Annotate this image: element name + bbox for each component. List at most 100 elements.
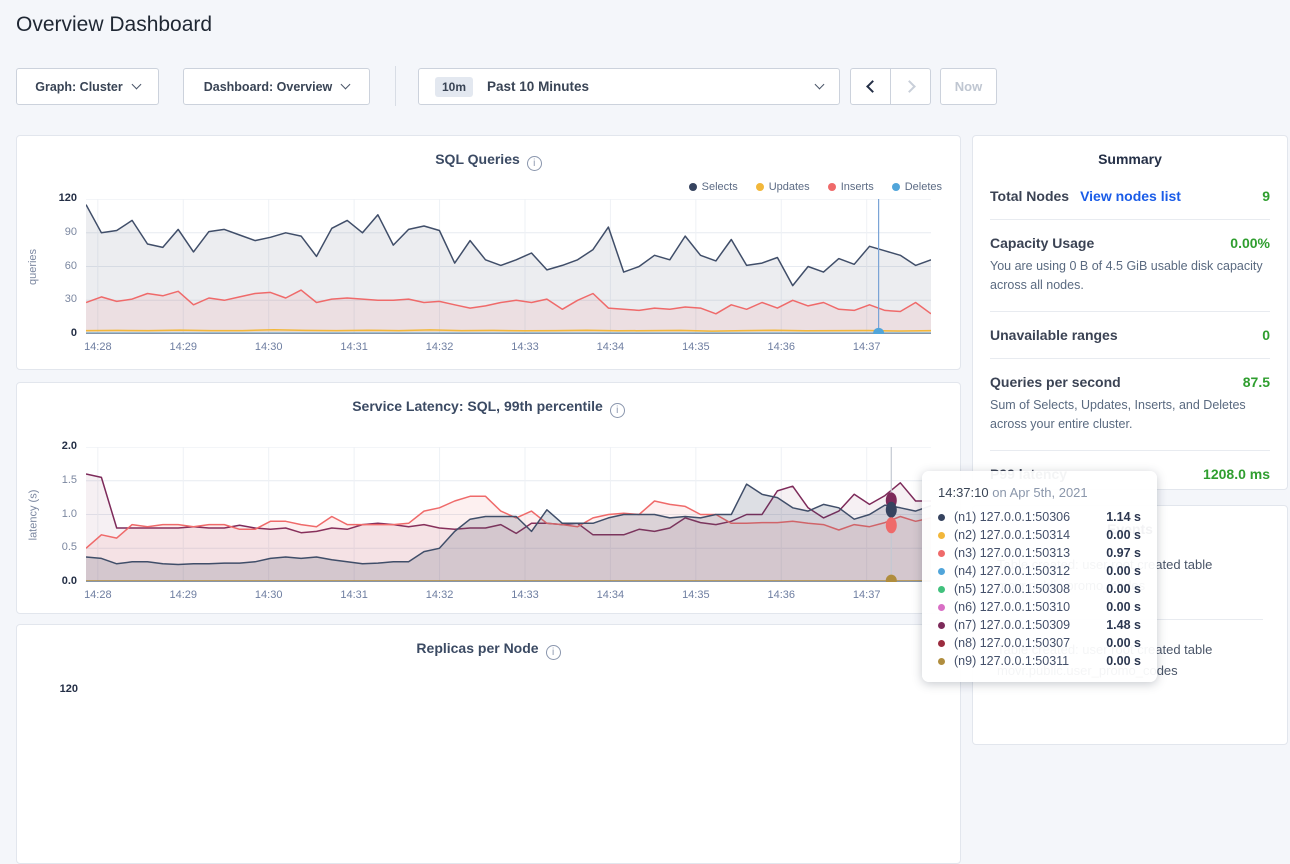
sql-queries-card: SQL Queriesi Selects Updates Inserts Delete… <box>16 135 961 370</box>
queries-per-second-desc: Sum of Selects, Updates, Inserts, and De… <box>990 396 1270 435</box>
node-dot-icon <box>938 604 945 611</box>
info-icon[interactable]: i <box>546 645 561 660</box>
chevron-down-icon <box>341 80 351 90</box>
summary-row-capacity-usage: Capacity Usage 0.00% You are using 0 B o… <box>990 219 1270 311</box>
replicas-per-node-card: Replicas per Nodei 120 <box>16 624 961 864</box>
x-tick-label: 14:36 <box>763 341 799 353</box>
service-latency-chart[interactable] <box>86 447 931 582</box>
summary-row-unavailable-ranges: Unavailable ranges 0 <box>990 311 1270 358</box>
y-tick-label: 1.0 <box>17 508 77 520</box>
x-tick-label: 14:34 <box>592 341 628 353</box>
summary-row-queries-per-second: Queries per second 87.5 Sum of Selects, … <box>990 358 1270 450</box>
dashboard-dropdown[interactable]: Dashboard: Overview <box>183 68 370 105</box>
tooltip-timestamp: 14:37:10 on Apr 5th, 2021 <box>938 485 1141 500</box>
view-nodes-list-link[interactable]: View nodes list <box>1080 188 1181 204</box>
node-dot-icon <box>938 658 945 665</box>
capacity-usage-value: 0.00% <box>1230 235 1270 251</box>
tooltip-row: (n8) 127.0.0.1:503070.00 s <box>938 634 1141 652</box>
total-nodes-value: 9 <box>1262 188 1270 204</box>
y-tick-label: 90 <box>17 226 77 238</box>
legend-item-updates[interactable]: Updates <box>756 181 810 193</box>
tooltip-rows: (n1) 127.0.0.1:503061.14 s(n2) 127.0.0.1… <box>938 508 1141 670</box>
tooltip-row: (n2) 127.0.0.1:503140.00 s <box>938 526 1141 544</box>
x-tick-label: 14:31 <box>336 341 372 353</box>
sql-queries-chart[interactable] <box>86 199 931 334</box>
tooltip-row: (n1) 127.0.0.1:503061.14 s <box>938 508 1141 526</box>
x-tick-label: 14:35 <box>678 341 714 353</box>
x-tick-label: 14:28 <box>80 589 116 601</box>
legend-dot-icon <box>689 183 697 191</box>
replicas-per-node-title: Replicas per Nodei <box>17 640 960 660</box>
legend-dot-icon <box>892 183 900 191</box>
time-prev-button[interactable] <box>850 68 891 105</box>
legend-dot-icon <box>828 183 836 191</box>
y-tick-label: 60 <box>17 260 77 272</box>
y-tick-label: 2.0 <box>17 440 77 452</box>
time-range-badge: 10m <box>435 77 473 97</box>
x-tick-label: 14:34 <box>592 589 628 601</box>
x-tick-label: 14:29 <box>165 589 201 601</box>
tooltip-row: (n6) 127.0.0.1:503100.00 s <box>938 598 1141 616</box>
graph-dropdown[interactable]: Graph: Cluster <box>16 68 159 105</box>
x-tick-label: 14:33 <box>507 589 543 601</box>
node-dot-icon <box>938 550 945 557</box>
time-next-button[interactable] <box>890 68 931 105</box>
x-tick-label: 14:37 <box>849 341 885 353</box>
legend-dot-icon <box>756 183 764 191</box>
now-button[interactable]: Now <box>940 68 997 105</box>
node-dot-icon <box>938 532 945 539</box>
service-latency-title: Service Latency: SQL, 99th percentilei <box>17 398 960 418</box>
x-tick-label: 14:33 <box>507 341 543 353</box>
tooltip-row: (n5) 127.0.0.1:503080.00 s <box>938 580 1141 598</box>
legend-item-deletes[interactable]: Deletes <box>892 181 942 193</box>
unavailable-ranges-value: 0 <box>1262 327 1270 343</box>
node-dot-icon <box>938 568 945 575</box>
node-dot-icon <box>938 622 945 629</box>
summary-panel: Summary Total Nodes View nodes list 9 Ca… <box>972 135 1288 490</box>
y-tick-label: 120 <box>17 192 77 204</box>
tooltip-row: (n7) 127.0.0.1:503091.48 s <box>938 616 1141 634</box>
info-icon[interactable]: i <box>527 156 542 171</box>
legend-item-selects[interactable]: Selects <box>689 181 738 193</box>
x-tick-label: 14:31 <box>336 589 372 601</box>
legend-item-inserts[interactable]: Inserts <box>828 181 874 193</box>
y-tick-label: 1.5 <box>17 474 77 486</box>
y-tick-label: 0.5 <box>17 541 77 553</box>
capacity-usage-desc: You are using 0 B of 4.5 GiB usable disk… <box>990 257 1270 296</box>
x-tick-label: 14:28 <box>80 341 116 353</box>
x-tick-label: 14:36 <box>763 589 799 601</box>
controls-divider <box>395 66 396 106</box>
x-tick-label: 14:29 <box>165 341 201 353</box>
queries-per-second-value: 87.5 <box>1243 374 1270 390</box>
x-tick-label: 14:30 <box>251 589 287 601</box>
y-tick-label: 0.0 <box>17 575 77 587</box>
chevron-down-icon <box>131 80 141 90</box>
tooltip-row: (n4) 127.0.0.1:503120.00 s <box>938 562 1141 580</box>
node-dot-icon <box>938 514 945 521</box>
chevron-down-icon <box>815 80 825 90</box>
x-tick-label: 14:35 <box>678 589 714 601</box>
chevron-left-icon <box>866 80 879 93</box>
tooltip-row: (n9) 127.0.0.1:503110.00 s <box>938 652 1141 670</box>
node-dot-icon <box>938 586 945 593</box>
x-tick-label: 14:37 <box>849 589 885 601</box>
tooltip-row: (n3) 127.0.0.1:503130.97 s <box>938 544 1141 562</box>
dashboard-dropdown-label: Dashboard: Overview <box>204 80 333 94</box>
summary-title: Summary <box>973 136 1287 167</box>
page-title: Overview Dashboard <box>16 13 212 37</box>
x-tick-label: 14:32 <box>422 589 458 601</box>
x-tick-label: 14:32 <box>422 341 458 353</box>
time-range-label: Past 10 Minutes <box>487 79 589 94</box>
p99-latency-value: 1208.0 ms <box>1203 466 1270 482</box>
sql-queries-title: SQL Queriesi <box>17 151 960 171</box>
graph-dropdown-label: Graph: Cluster <box>35 80 123 94</box>
time-range-dropdown[interactable]: 10m Past 10 Minutes <box>418 68 840 105</box>
service-latency-card: Service Latency: SQL, 99th percentilei l… <box>16 382 961 614</box>
chart-hover-tooltip: 14:37:10 on Apr 5th, 2021 (n1) 127.0.0.1… <box>922 471 1157 682</box>
y-tick-label: 30 <box>17 293 77 305</box>
replicas-ytick-top: 120 <box>17 683 78 695</box>
sql-queries-legend: Selects Updates Inserts Deletes <box>689 181 942 193</box>
summary-body: Total Nodes View nodes list 9 Capacity U… <box>973 167 1287 497</box>
y-tick-label: 0 <box>17 327 77 339</box>
info-icon[interactable]: i <box>610 403 625 418</box>
